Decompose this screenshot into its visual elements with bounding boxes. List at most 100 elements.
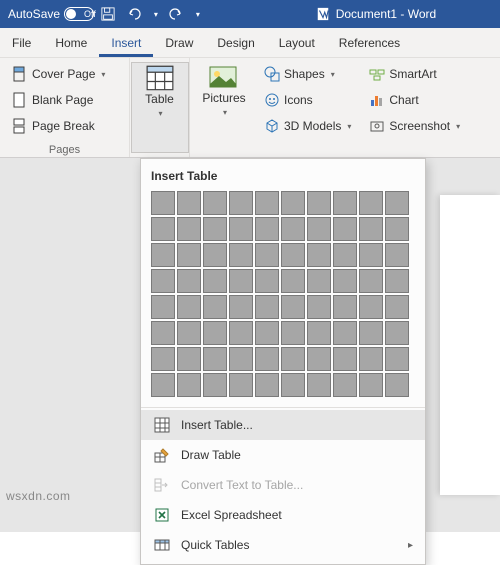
- grid-cell[interactable]: [359, 295, 383, 319]
- grid-cell[interactable]: [359, 217, 383, 241]
- grid-cell[interactable]: [359, 191, 383, 215]
- grid-cell[interactable]: [359, 269, 383, 293]
- grid-cell[interactable]: [229, 321, 253, 345]
- grid-cell[interactable]: [203, 321, 227, 345]
- grid-cell[interactable]: [333, 295, 357, 319]
- grid-cell[interactable]: [333, 217, 357, 241]
- grid-cell[interactable]: [229, 295, 253, 319]
- grid-cell[interactable]: [151, 269, 175, 293]
- smartart-button[interactable]: SmartArt: [365, 64, 464, 84]
- grid-cell[interactable]: [333, 269, 357, 293]
- autosave-toggle[interactable]: AutoSave Off: [8, 7, 84, 21]
- grid-cell[interactable]: [177, 217, 201, 241]
- page-break-button[interactable]: Page Break: [8, 116, 121, 136]
- save-icon[interactable]: [100, 6, 116, 22]
- 3d-models-button[interactable]: 3D Models ▾: [260, 116, 355, 136]
- grid-cell[interactable]: [255, 191, 279, 215]
- grid-cell[interactable]: [255, 295, 279, 319]
- grid-cell[interactable]: [151, 191, 175, 215]
- grid-cell[interactable]: [281, 321, 305, 345]
- tab-references[interactable]: References: [327, 30, 412, 57]
- grid-cell[interactable]: [281, 347, 305, 371]
- grid-cell[interactable]: [255, 347, 279, 371]
- grid-cell[interactable]: [281, 191, 305, 215]
- grid-cell[interactable]: [177, 347, 201, 371]
- grid-cell[interactable]: [281, 217, 305, 241]
- grid-cell[interactable]: [151, 243, 175, 267]
- grid-cell[interactable]: [177, 295, 201, 319]
- cover-page-button[interactable]: Cover Page ▾: [8, 64, 121, 84]
- tab-design[interactable]: Design: [205, 30, 266, 57]
- grid-cell[interactable]: [359, 347, 383, 371]
- grid-cell[interactable]: [385, 243, 409, 267]
- grid-cell[interactable]: [177, 243, 201, 267]
- grid-cell[interactable]: [229, 269, 253, 293]
- grid-cell[interactable]: [281, 295, 305, 319]
- grid-cell[interactable]: [281, 243, 305, 267]
- grid-cell[interactable]: [359, 373, 383, 397]
- grid-cell[interactable]: [177, 269, 201, 293]
- table-size-grid[interactable]: [151, 191, 415, 397]
- grid-cell[interactable]: [151, 295, 175, 319]
- grid-cell[interactable]: [385, 295, 409, 319]
- blank-page-button[interactable]: Blank Page: [8, 90, 121, 110]
- grid-cell[interactable]: [333, 373, 357, 397]
- grid-cell[interactable]: [307, 347, 331, 371]
- grid-cell[interactable]: [255, 321, 279, 345]
- grid-cell[interactable]: [203, 243, 227, 267]
- grid-cell[interactable]: [229, 347, 253, 371]
- grid-cell[interactable]: [203, 373, 227, 397]
- tab-home[interactable]: Home: [43, 30, 99, 57]
- draw-table-menu-item[interactable]: Draw Table: [141, 440, 425, 470]
- insert-table-menu-item[interactable]: Insert Table...: [141, 410, 425, 440]
- tab-draw[interactable]: Draw: [153, 30, 205, 57]
- grid-cell[interactable]: [333, 191, 357, 215]
- grid-cell[interactable]: [203, 295, 227, 319]
- grid-cell[interactable]: [281, 269, 305, 293]
- redo-icon[interactable]: [168, 6, 184, 22]
- grid-cell[interactable]: [151, 347, 175, 371]
- chart-button[interactable]: Chart: [365, 90, 464, 110]
- grid-cell[interactable]: [333, 347, 357, 371]
- quick-tables-menu-item[interactable]: Quick Tables ▸: [141, 530, 425, 560]
- pictures-button[interactable]: Pictures▾: [196, 62, 252, 153]
- grid-cell[interactable]: [229, 373, 253, 397]
- grid-cell[interactable]: [307, 321, 331, 345]
- grid-cell[interactable]: [151, 321, 175, 345]
- grid-cell[interactable]: [203, 347, 227, 371]
- excel-spreadsheet-menu-item[interactable]: Excel Spreadsheet: [141, 500, 425, 530]
- grid-cell[interactable]: [385, 269, 409, 293]
- grid-cell[interactable]: [255, 217, 279, 241]
- grid-cell[interactable]: [255, 243, 279, 267]
- undo-icon[interactable]: [126, 6, 142, 22]
- grid-cell[interactable]: [151, 373, 175, 397]
- tab-layout[interactable]: Layout: [267, 30, 327, 57]
- grid-cell[interactable]: [385, 321, 409, 345]
- tab-file[interactable]: File: [0, 30, 43, 57]
- grid-cell[interactable]: [385, 373, 409, 397]
- grid-cell[interactable]: [177, 191, 201, 215]
- grid-cell[interactable]: [307, 295, 331, 319]
- grid-cell[interactable]: [333, 321, 357, 345]
- grid-cell[interactable]: [359, 321, 383, 345]
- table-button[interactable]: Table▾: [131, 62, 189, 153]
- grid-cell[interactable]: [229, 217, 253, 241]
- grid-cell[interactable]: [203, 217, 227, 241]
- screenshot-button[interactable]: Screenshot ▾: [365, 116, 464, 136]
- grid-cell[interactable]: [359, 243, 383, 267]
- grid-cell[interactable]: [229, 191, 253, 215]
- grid-cell[interactable]: [307, 191, 331, 215]
- grid-cell[interactable]: [203, 269, 227, 293]
- grid-cell[interactable]: [151, 217, 175, 241]
- grid-cell[interactable]: [229, 243, 253, 267]
- grid-cell[interactable]: [333, 243, 357, 267]
- grid-cell[interactable]: [307, 217, 331, 241]
- grid-cell[interactable]: [281, 373, 305, 397]
- grid-cell[interactable]: [385, 347, 409, 371]
- grid-cell[interactable]: [385, 191, 409, 215]
- grid-cell[interactable]: [255, 269, 279, 293]
- grid-cell[interactable]: [255, 373, 279, 397]
- grid-cell[interactable]: [307, 243, 331, 267]
- grid-cell[interactable]: [177, 321, 201, 345]
- grid-cell[interactable]: [203, 191, 227, 215]
